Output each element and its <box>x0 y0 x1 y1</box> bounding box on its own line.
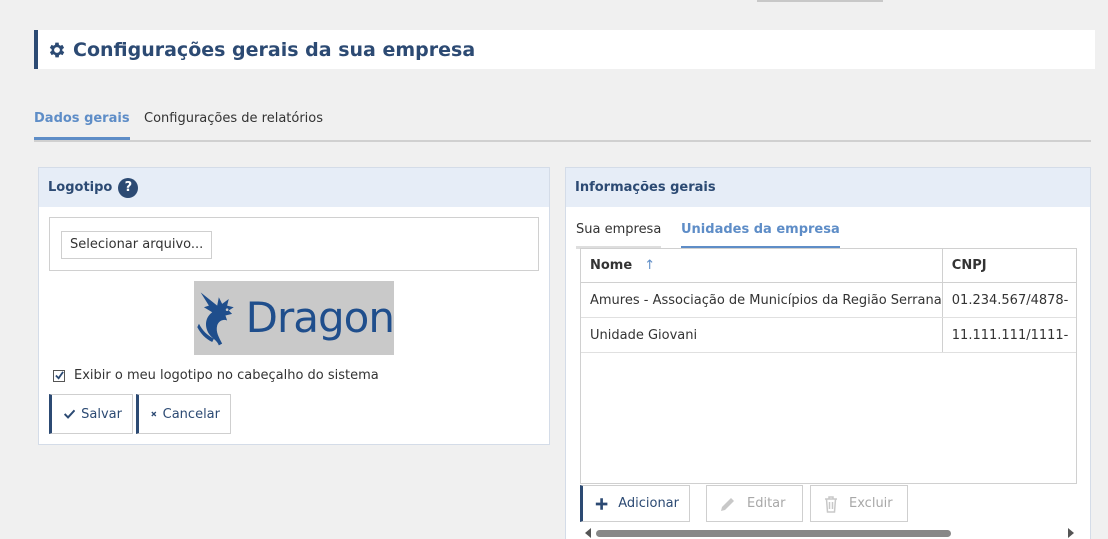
company-logo: Dragon <box>194 281 395 355</box>
subtab-unidades-empresa[interactable]: Unidades da empresa <box>681 221 840 249</box>
page-title: Configurações gerais da sua empresa <box>73 38 476 61</box>
gear-icon <box>49 42 65 57</box>
show-logo-checkbox[interactable] <box>53 369 65 382</box>
file-upload-area: Selecionar arquivo... <box>49 217 539 271</box>
logo-panel-header: Logotipo ? <box>39 168 549 207</box>
question-circle-icon[interactable]: ? <box>118 177 139 198</box>
info-panel: Informações gerais Sua empresa Unidades … <box>565 167 1091 539</box>
logo-panel-title: Logotipo <box>48 180 113 195</box>
edit-button[interactable]: Editar <box>706 485 803 522</box>
show-logo-option: Exibir o meu logotipo no cabeçalho do si… <box>53 368 379 383</box>
delete-label: Excluir <box>849 496 893 511</box>
delete-button[interactable]: Excluir <box>810 485 908 522</box>
dragon-logo-icon <box>197 292 234 346</box>
cancel-button[interactable]: Cancelar <box>136 394 231 434</box>
add-label: Adicionar <box>618 496 679 511</box>
column-header-nome[interactable]: Nome ↑ <box>581 249 943 282</box>
cancel-label: Cancelar <box>162 406 220 422</box>
cell-cnpj: 11.111.111/1111- <box>951 327 1069 343</box>
cell-nome: Unidade Giovani <box>581 318 943 352</box>
cell-cnpj: 01.234.567/4878- <box>951 292 1069 308</box>
scroll-right-icon[interactable] <box>1068 528 1074 538</box>
add-button[interactable]: Adicionar <box>580 485 690 522</box>
info-panel-header: Informações gerais <box>566 168 1090 207</box>
main-tabs: Dados gerais Configurações de relatórios <box>34 100 1091 142</box>
tab-dados-gerais[interactable]: Dados gerais <box>34 110 130 140</box>
table-row[interactable]: Amures - Associação de Municípios da Reg… <box>581 283 1076 318</box>
pencil-icon <box>721 497 734 511</box>
page-header: Configurações gerais da sua empresa <box>34 30 1095 69</box>
logo-text: Dragon <box>245 293 395 342</box>
units-table: Nome ↑ CNPJ Amures - Associação de Munic… <box>580 248 1077 484</box>
x-icon <box>151 411 157 417</box>
show-logo-label: Exibir o meu logotipo no cabeçalho do si… <box>74 368 379 383</box>
scroll-thumb[interactable] <box>596 530 951 537</box>
edit-label: Editar <box>747 496 786 511</box>
select-file-button[interactable]: Selecionar arquivo... <box>61 231 213 259</box>
logo-panel: Logotipo ? Selecionar arquivo... Dragon … <box>38 167 550 445</box>
cell-nome: Amures - Associação de Municípios da Reg… <box>581 283 943 317</box>
subtab-sua-empresa[interactable]: Sua empresa <box>576 221 662 249</box>
check-mark-icon <box>54 371 64 380</box>
save-label: Salvar <box>81 406 122 422</box>
trash-icon <box>825 495 837 513</box>
column-label-nome: Nome <box>590 258 633 273</box>
column-header-cnpj[interactable]: CNPJ <box>943 249 1076 282</box>
tab-configuracoes-relatorios[interactable]: Configurações de relatórios <box>144 110 323 140</box>
top-edge-element <box>757 0 883 2</box>
scroll-left-icon[interactable] <box>585 528 591 538</box>
table-row[interactable]: Unidade Giovani 11.111.111/1111- <box>581 318 1076 353</box>
check-icon <box>64 409 76 419</box>
horizontal-scrollbar[interactable] <box>580 525 1077 539</box>
sort-ascending-icon: ↑ <box>644 258 656 273</box>
save-button[interactable]: Salvar <box>49 394 133 434</box>
info-panel-title: Informações gerais <box>575 180 716 195</box>
table-header: Nome ↑ CNPJ <box>581 249 1076 283</box>
plus-icon <box>595 497 608 510</box>
